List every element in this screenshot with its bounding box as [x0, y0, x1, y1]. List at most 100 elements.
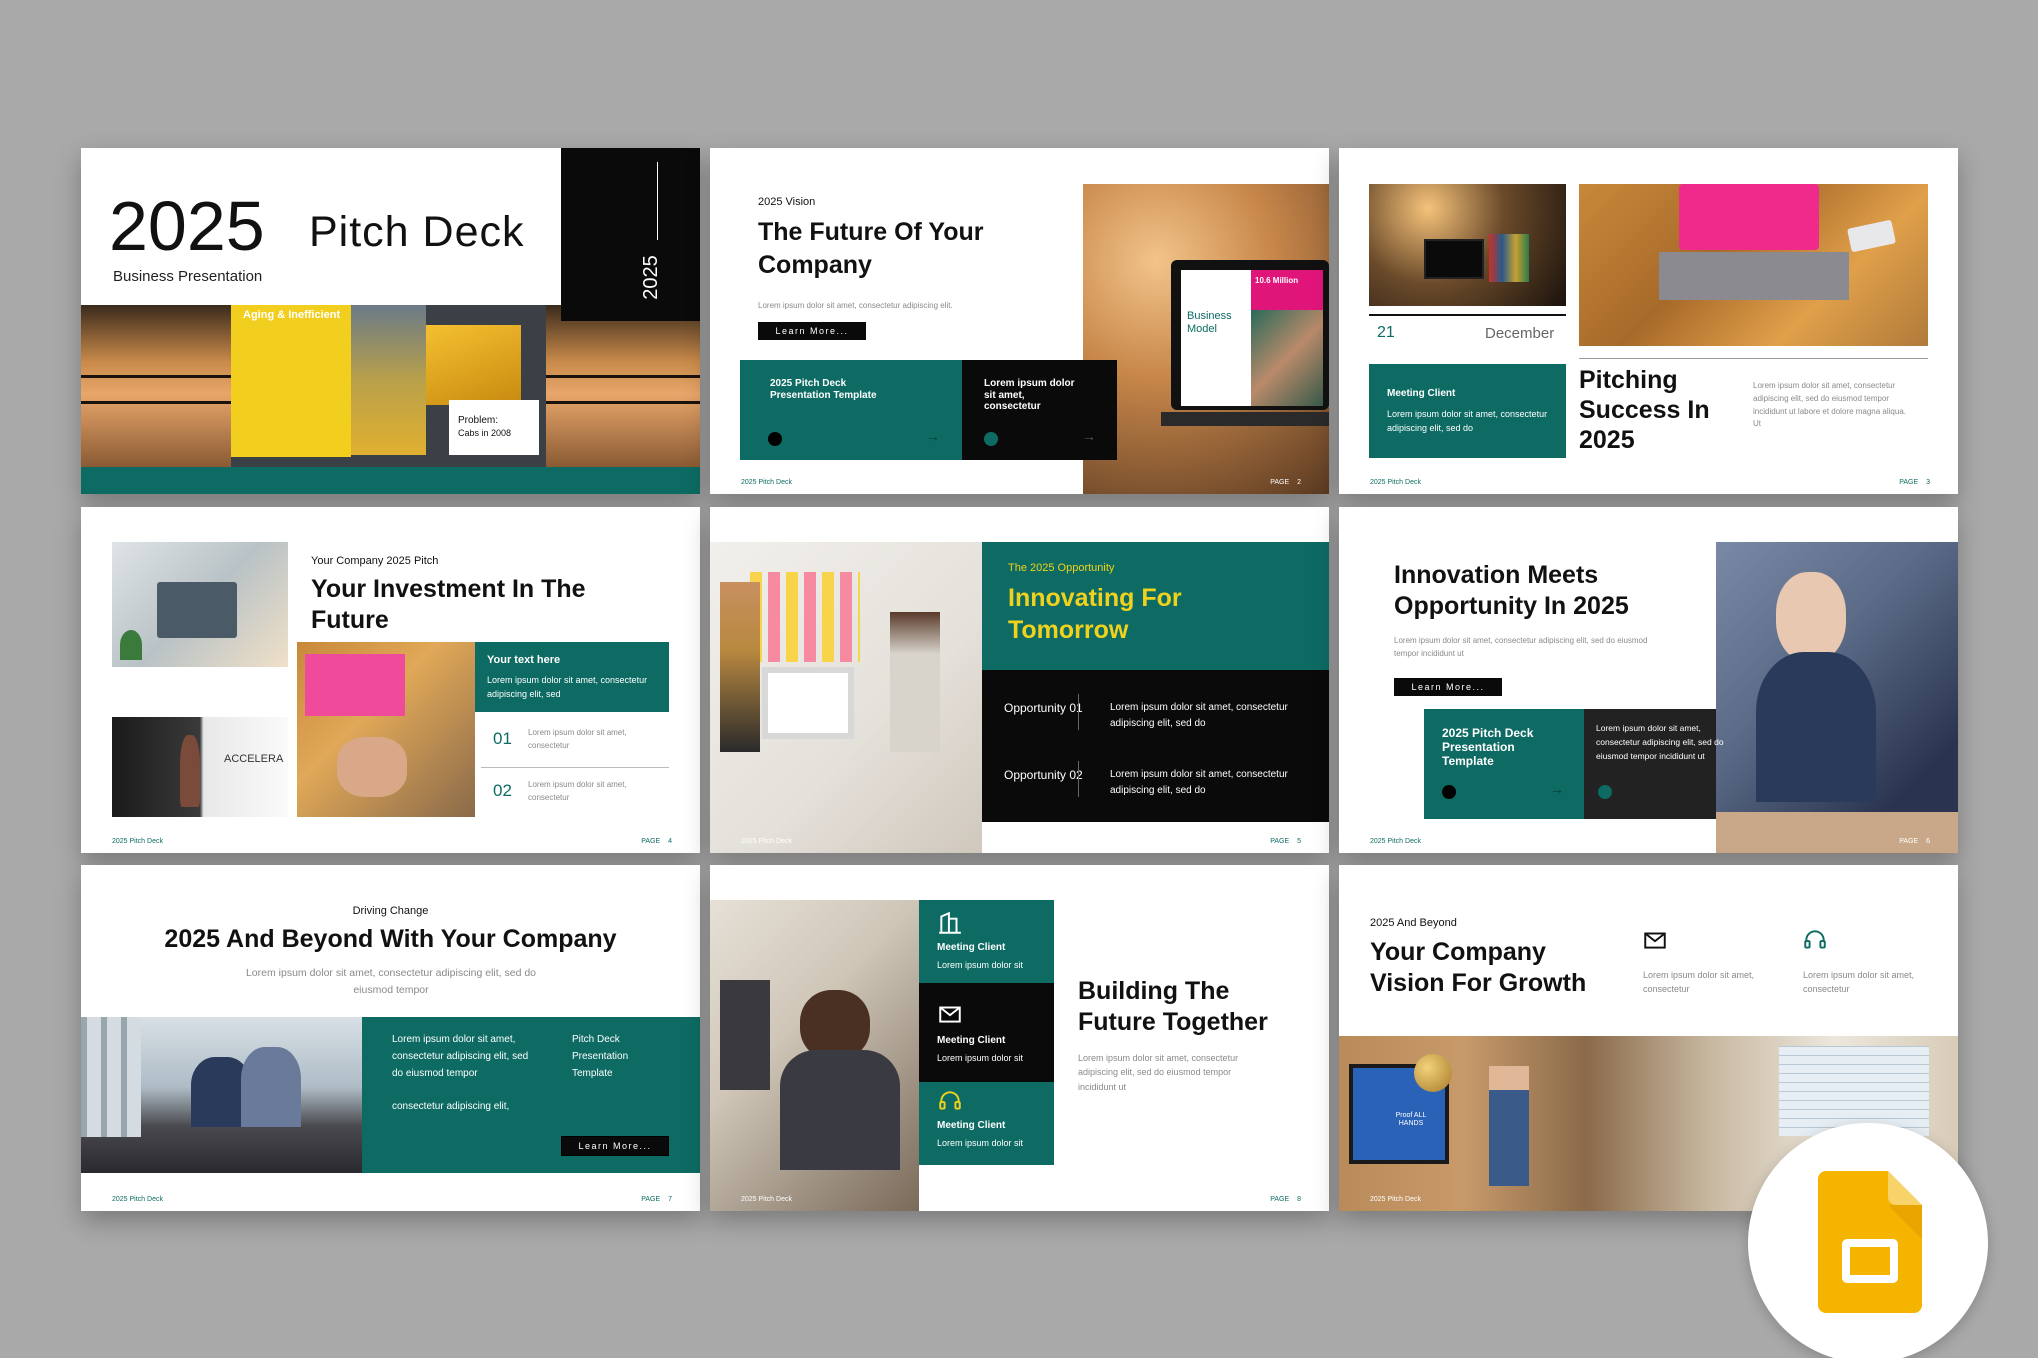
- slide-8-title-1: Building The: [1078, 977, 1230, 1005]
- slide-2-laptop-photo: Business Model 10.6 Million: [1083, 184, 1329, 494]
- slide-8[interactable]: Meeting Client Lorem ipsum dolor sit Mee…: [710, 865, 1329, 1211]
- slide-4-kicker: Your Company 2025 Pitch: [311, 555, 439, 567]
- slide-5-footer: 2025 Pitch Deck: [741, 838, 792, 845]
- slide-6-title-1: Innovation Meets: [1394, 561, 1599, 589]
- slide-9-kicker: 2025 And Beyond: [1370, 917, 1457, 929]
- slide-8-item-2[interactable]: Meeting Client Lorem ipsum dolor sit: [919, 983, 1054, 1082]
- slide-7-kicker: Driving Change: [352, 905, 429, 917]
- slide-4-photo-laptop: [112, 542, 288, 667]
- slide-2-screen-label: Business Model: [1187, 310, 1232, 335]
- slide-2-learn-more-button[interactable]: Learn More...: [758, 322, 866, 340]
- slide-2-teal-dot: [768, 432, 782, 446]
- slide-5-opportunity-2-label: Opportunity 02: [1004, 768, 1083, 782]
- slide-3-title-3: 2025: [1579, 426, 1635, 454]
- slide-4-item-1-text: Lorem ipsum dolor sit amet, consectetur: [528, 728, 627, 750]
- slide-2-title-2: Company: [758, 251, 872, 279]
- slide-2-kicker: 2025 Vision: [758, 196, 816, 208]
- slide-2[interactable]: 2025 Vision The Future Of Your Company L…: [710, 148, 1329, 494]
- slide-9-title-1: Your Company: [1370, 938, 1546, 966]
- slide-6-footer: 2025 Pitch Deck: [1370, 838, 1421, 845]
- slide-6-teal-dot: [1442, 785, 1456, 799]
- slide-3-footer: 2025 Pitch Deck: [1370, 479, 1421, 486]
- slide-8-footer: 2025 Pitch Deck: [741, 1196, 792, 1203]
- slide-7-title: 2025 And Beyond With Your Company: [164, 925, 617, 953]
- slide-5-teal-header: The 2025 Opportunity Innovating For Tomo…: [982, 542, 1329, 670]
- slide-1-black-tab: 2025: [561, 148, 700, 321]
- slide-1-vertical-year: 2025: [639, 255, 662, 300]
- slide-8-item-3-text: Lorem ipsum dolor sit: [937, 1138, 1024, 1148]
- slide-8-title-2: Future Together: [1078, 1008, 1268, 1036]
- slide-6-page: PAGE 6: [1899, 838, 1930, 845]
- slide-7-page: PAGE 7: [641, 1196, 672, 1203]
- slide-1-problem-text: Cabs in 2008: [458, 428, 512, 438]
- arrow-right-icon[interactable]: →: [1082, 428, 1096, 444]
- slide-8-lorem: Lorem ipsum dolor sit amet, consectetur …: [1078, 1053, 1239, 1092]
- slide-7-office-photo: [81, 1017, 362, 1173]
- slide-2-teal-card: 2025 Pitch Deck Presentation Template →: [740, 360, 962, 460]
- slide-4-photo-hands: [297, 642, 475, 817]
- slide-1-problem-label: Problem:: [458, 415, 499, 426]
- slide-3-laptop-photo: [1579, 184, 1928, 346]
- slide-3-box-text: Lorem ipsum dolor sit amet, consectetur …: [1387, 409, 1548, 433]
- slide-4-item-2-number: 02: [493, 781, 512, 800]
- arrow-right-icon[interactable]: →: [1550, 781, 1564, 797]
- google-slides-badge: [1748, 1123, 1988, 1358]
- slide-3-date-month: December: [1485, 325, 1555, 342]
- slide-7-teal-panel: Lorem ipsum dolor sit amet, consectetur …: [362, 1017, 700, 1173]
- slide-1-year: 2025: [109, 187, 265, 265]
- slide-1-subtitle: Business Presentation: [113, 268, 263, 285]
- slide-5-page: PAGE 5: [1270, 838, 1301, 845]
- google-slides-icon: [1818, 1171, 1922, 1313]
- slide-1-problem-card: Problem: Cabs in 2008: [449, 400, 539, 455]
- slide-1-card-label: Aging & Inefficient: [243, 309, 341, 321]
- slide-3-lorem: Lorem ipsum dolor sit amet, consectetur …: [1753, 381, 1906, 429]
- slide-6-dark-text: Lorem ipsum dolor sit amet, consectetur …: [1596, 723, 1724, 762]
- slide-4-item-1-number: 01: [493, 729, 512, 748]
- slide-5-opportunity-2-text: Lorem ipsum dolor sit amet, consectetur …: [1110, 769, 1288, 796]
- slide-6-title-2: Opportunity In 2025: [1394, 592, 1629, 620]
- slide-6-dark-dot: [1598, 785, 1612, 799]
- slide-4[interactable]: ACCELERA Your Company 2025 Pitch Your In…: [81, 507, 700, 853]
- slide-8-item-3[interactable]: Meeting Client Lorem ipsum dolor sit: [919, 1082, 1054, 1165]
- slide-3-page: PAGE 3: [1899, 479, 1930, 486]
- slide-4-page: PAGE 4: [641, 838, 672, 845]
- slide-5-black-panel: Opportunity 01 Lorem ipsum dolor sit ame…: [982, 670, 1329, 822]
- slide-7-footer: 2025 Pitch Deck: [112, 1196, 163, 1203]
- slide-9-col-1-text: Lorem ipsum dolor sit amet, consectetur: [1643, 970, 1755, 995]
- slide-3-date-day: 21: [1377, 324, 1395, 341]
- slide-7[interactable]: Driving Change 2025 And Beyond With Your…: [81, 865, 700, 1211]
- slide-8-item-3-title: Meeting Client: [937, 1120, 1006, 1131]
- slide-5-team-photo: [710, 542, 982, 853]
- slide-7-learn-more-button[interactable]: Learn More...: [561, 1136, 669, 1156]
- slide-2-title-1: The Future Of Your: [758, 218, 984, 246]
- slide-1[interactable]: Aging & Inefficient Problem: Cabs in 200…: [81, 148, 700, 494]
- slide-8-worker-photo: [710, 900, 919, 1211]
- slide-7-teal-text-2: consectetur adipiscing elit,: [392, 1101, 510, 1112]
- slide-5-title-2: Tomorrow: [1008, 616, 1129, 644]
- slide-7-teal-text-1: Lorem ipsum dolor sit amet, consectetur …: [392, 1034, 529, 1079]
- slide-8-item-1[interactable]: Meeting Client Lorem ipsum dolor sit: [919, 900, 1054, 983]
- slide-8-item-2-text: Lorem ipsum dolor sit: [937, 1053, 1024, 1063]
- slide-2-laptop-screen: Business Model 10.6 Million: [1171, 260, 1329, 410]
- slide-6[interactable]: Innovation Meets Opportunity In 2025 Lor…: [1339, 507, 1958, 853]
- slide-8-item-2-title: Meeting Client: [937, 1035, 1006, 1046]
- arrow-right-icon[interactable]: →: [926, 428, 940, 444]
- slide-1-photo: Aging & Inefficient Problem: Cabs in 200…: [81, 305, 700, 467]
- slide-2-teal-text: 2025 Pitch Deck Presentation Template: [770, 378, 877, 401]
- slide-4-photo-presenter: ACCELERA: [112, 717, 288, 817]
- slide-1-title: Pitch Deck: [309, 208, 525, 256]
- slide-4-box-title: Your text here: [487, 654, 561, 666]
- slide-4-teal-box: Your text here Lorem ipsum dolor sit ame…: [475, 642, 669, 712]
- slide-5-opportunity-1-label: Opportunity 01: [1004, 701, 1083, 715]
- headset-icon: [939, 1091, 961, 1110]
- slide-4-box-text: Lorem ipsum dolor sit amet, consectetur …: [487, 675, 648, 699]
- slide-3[interactable]: 21 December Meeting Client Lorem ipsum d…: [1339, 148, 1958, 494]
- slide-5-title-1: Innovating For: [1008, 584, 1182, 612]
- slide-3-title-1: Pitching: [1579, 366, 1678, 394]
- slide-4-title-1: Your Investment In The: [311, 575, 586, 603]
- slide-8-item-1-text: Lorem ipsum dolor sit: [937, 960, 1024, 970]
- slide-6-learn-more-button[interactable]: Learn More...: [1394, 678, 1502, 696]
- slide-7-lorem: Lorem ipsum dolor sit amet, consectetur …: [245, 967, 537, 996]
- slide-5-opportunity-1-text: Lorem ipsum dolor sit amet, consectetur …: [1110, 702, 1288, 729]
- slide-5[interactable]: The 2025 Opportunity Innovating For Tomo…: [710, 507, 1329, 853]
